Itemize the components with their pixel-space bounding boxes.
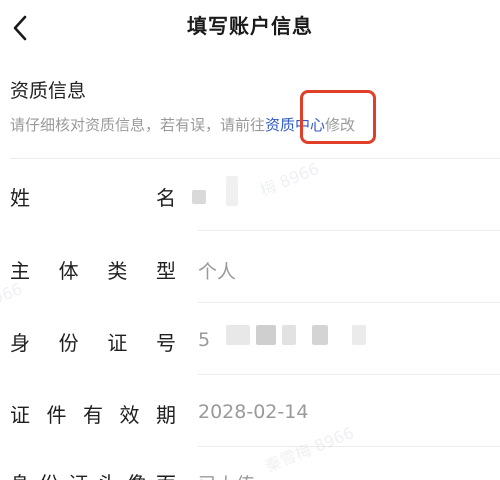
row-divider — [198, 230, 500, 231]
label-char: 期 — [156, 403, 176, 427]
row-divider — [198, 302, 500, 303]
subject-type-value: 个人 — [198, 261, 237, 283]
label-char: 有 — [83, 403, 103, 427]
label-char: 姓 — [10, 186, 30, 210]
label-char: 份 — [39, 468, 59, 480]
label-char: 效 — [119, 403, 140, 427]
label-char: 证 — [68, 468, 88, 480]
label-char: 身 — [10, 468, 30, 480]
nav-header: 填写账户信息 — [0, 0, 500, 56]
label-char: 名 — [156, 186, 176, 210]
label-char: 主 — [10, 259, 30, 283]
label-char: 类 — [107, 259, 128, 283]
label-char: 像 — [127, 468, 147, 480]
label-char: 身 — [10, 331, 30, 355]
row-divider — [198, 374, 500, 375]
label-char: 面 — [156, 468, 176, 480]
label-char: 型 — [155, 259, 176, 283]
label-char: 证 — [10, 403, 30, 427]
label-char: 头 — [98, 468, 118, 480]
row-divider — [198, 446, 500, 447]
validity-value: 2028-02-14 — [198, 401, 309, 423]
description-prefix: 请仔细核对资质信息，若有误，请前往 — [10, 116, 266, 134]
page-title: 填写账户信息 — [187, 14, 313, 38]
highlight-annotation — [300, 90, 376, 144]
row-label-name: 姓 名 — [10, 182, 176, 211]
row-label-id-number: 身 份 证 号 — [10, 327, 176, 356]
label-char: 体 — [58, 259, 79, 283]
account-info-page: 填写账户信息 资质信息 请仔细核对资质信息，若有误，请前往资质中心修改 姓 名 … — [0, 0, 500, 480]
id-photo-value: 已上传 — [198, 470, 255, 480]
watermark: 梅 8966 — [257, 159, 322, 200]
label-char: 份 — [58, 331, 79, 355]
row-label-validity: 证 件 有 效 期 — [10, 399, 176, 428]
row-label-subject-type: 主 体 类 型 — [10, 255, 176, 284]
section-divider — [10, 158, 500, 159]
watermark: 秦雪梅 8966 — [262, 423, 357, 476]
section-title: 资质信息 — [10, 80, 87, 102]
label-char: 件 — [46, 403, 67, 427]
label-char: 号 — [155, 331, 176, 355]
id-number-value: 5 — [198, 329, 211, 351]
row-label-id-photo: 身 份 证 头 像 面 — [10, 468, 176, 480]
label-char: 证 — [107, 331, 128, 355]
